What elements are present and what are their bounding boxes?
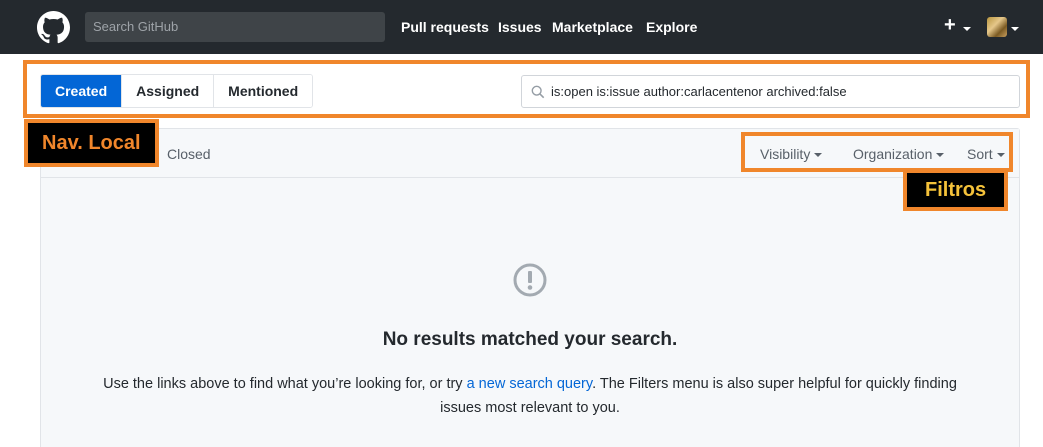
nav-explore[interactable]: Explore — [646, 19, 697, 35]
blankslate-text: Use the links above to find what you’re … — [103, 376, 957, 416]
blankslate-title: No results matched your search. — [382, 329, 678, 350]
create-new-button[interactable]: + — [944, 14, 956, 37]
local-nav-annotation: Nav. Local — [24, 119, 159, 167]
issue-filter-field[interactable] — [521, 75, 1020, 108]
new-search-query-link[interactable]: a new search query — [467, 376, 592, 392]
chevron-down-icon — [1011, 27, 1019, 31]
avatar[interactable] — [987, 17, 1007, 37]
alert-icon — [513, 263, 547, 297]
blankslate: No results matched your search. Use the … — [41, 179, 1019, 447]
issue-filter-input[interactable] — [551, 76, 1011, 107]
tab-assigned[interactable]: Assigned — [122, 75, 215, 107]
search-icon — [531, 85, 545, 99]
global-search-input[interactable]: Search GitHub — [85, 12, 385, 42]
tab-mentioned[interactable]: Mentioned — [214, 75, 313, 107]
tab-created[interactable]: Created — [41, 75, 123, 107]
filters-highlight — [741, 132, 1013, 172]
chevron-down-icon — [963, 27, 971, 31]
filters-annotation: Filtros — [903, 169, 1009, 211]
nav-marketplace[interactable]: Marketplace — [552, 19, 633, 35]
issue-tabs: Created Assigned Mentioned — [40, 74, 314, 108]
issues-list: Closed Visibility Organization Sort No r… — [40, 128, 1020, 447]
github-logo-icon[interactable] — [37, 11, 70, 44]
global-header: Search GitHub Pull requests Issues Marke… — [0, 0, 1043, 54]
closed-filter-link[interactable]: Closed — [167, 146, 211, 162]
nav-issues[interactable]: Issues — [498, 19, 542, 35]
nav-pull-requests[interactable]: Pull requests — [401, 19, 489, 35]
